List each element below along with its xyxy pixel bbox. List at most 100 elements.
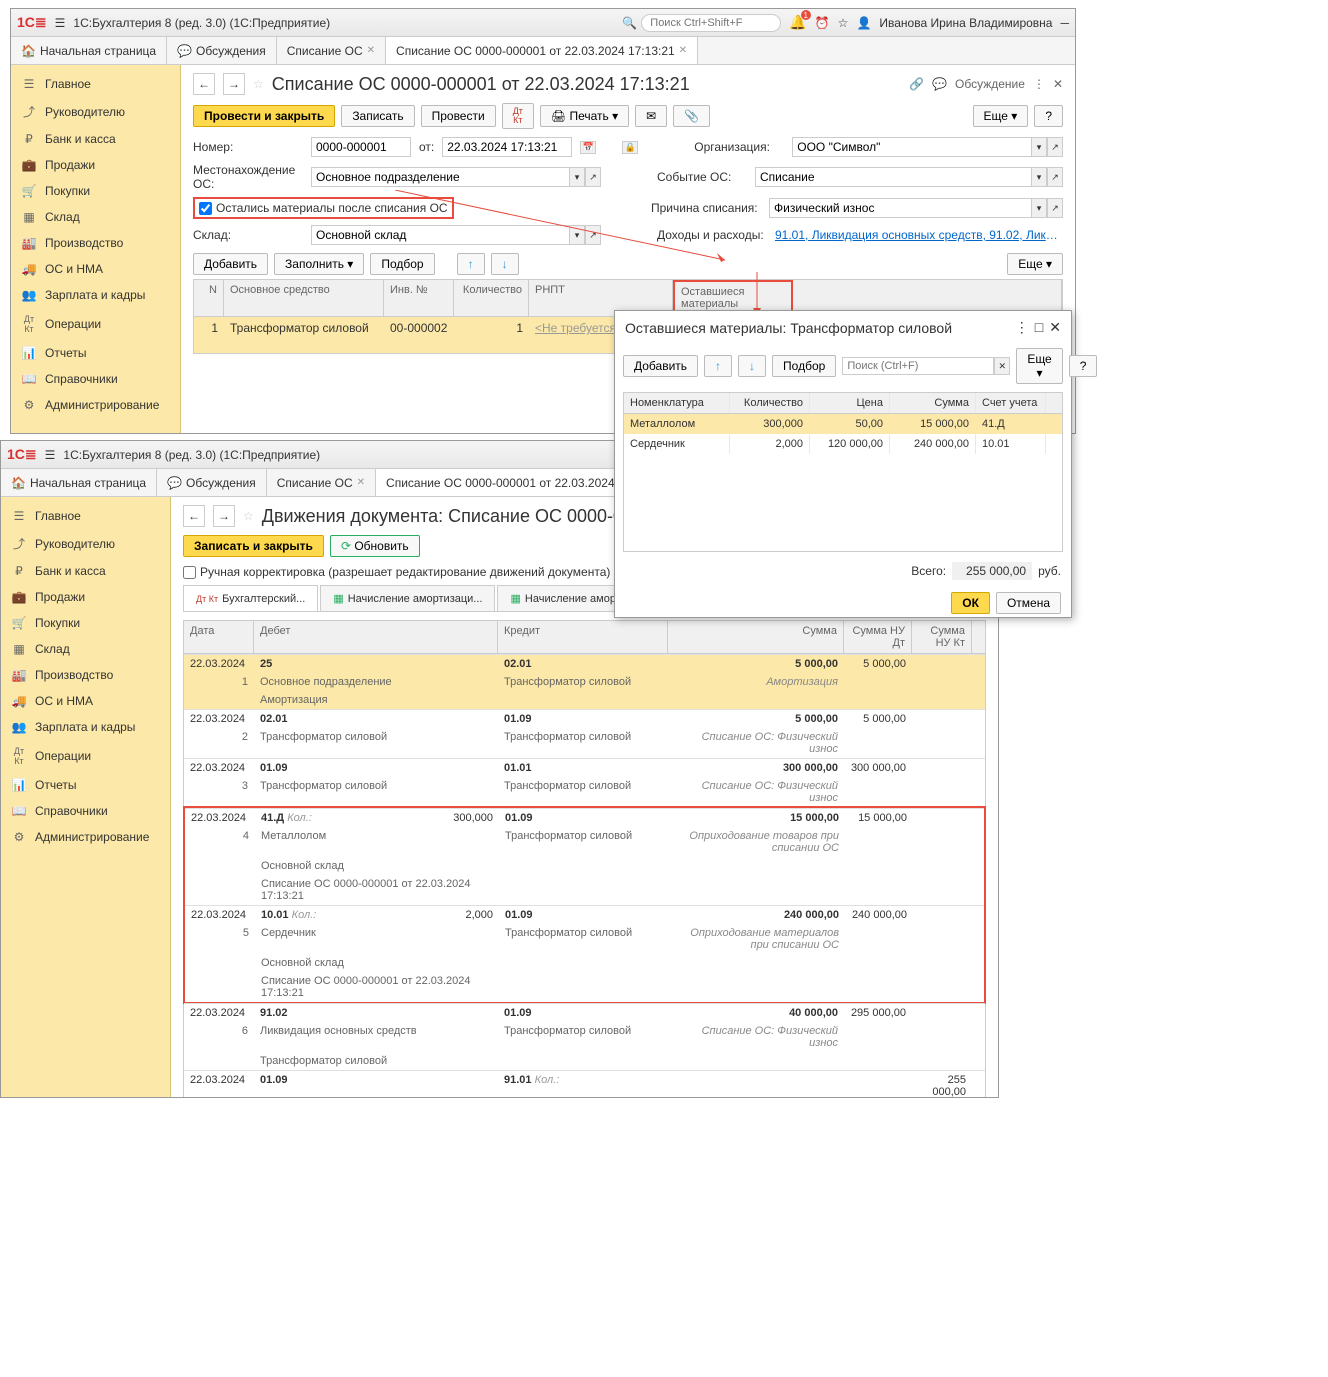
tab-depreciation1[interactable]: ▦Начисление амортизаци... [320, 585, 495, 611]
movement-row[interactable]: 22.03.2024 01.09 91.01 Кол.: 255 000,00 [184, 1070, 985, 1097]
dropdown-icon[interactable]: ▾ [569, 167, 585, 187]
move-down-button[interactable]: ↓ [491, 253, 519, 275]
movement-row[interactable]: 22.03.2024 91.02 01.09 40 000,00 295 000… [184, 1003, 985, 1022]
more-button[interactable]: Еще ▾ [1007, 253, 1063, 275]
user-icon[interactable]: 👤 [856, 16, 871, 30]
maximize-icon[interactable]: □ [1035, 319, 1043, 336]
sidebar-item-main[interactable]: ☰Главное [1, 503, 170, 529]
movement-row[interactable]: 22.03.2024 10.01 Кол.:2,000 01.09 240 00… [185, 905, 984, 924]
sidebar-item-operations[interactable]: ДтКтОперации [11, 308, 180, 340]
tab-document[interactable]: Списание ОС 0000-000001 от 22.03.2024 17… [376, 469, 637, 496]
tab-home[interactable]: 🏠Начальная страница [11, 37, 167, 64]
open-icon[interactable]: ↗ [1047, 167, 1063, 187]
refresh-button[interactable]: ⟳ Обновить [330, 535, 420, 557]
move-up-button[interactable]: ↑ [457, 253, 485, 275]
more-icon[interactable]: ⋮ [1033, 77, 1045, 91]
movement-row[interactable]: 22.03.2024 01.09 01.01 300 000,00 300 00… [184, 758, 985, 777]
sidebar-item-production[interactable]: 🏭Производство [1, 662, 170, 688]
clear-icon[interactable]: ✕ [994, 357, 1010, 375]
popup-pick-button[interactable]: Подбор [772, 355, 836, 377]
org-input[interactable] [792, 137, 1031, 157]
sidebar-item-assets[interactable]: 🚚ОС и НМА [11, 256, 180, 282]
dropdown-icon[interactable]: ▾ [1031, 167, 1047, 187]
discuss-icon[interactable]: 💬 [932, 77, 947, 91]
event-input[interactable] [755, 167, 1031, 187]
dtkt-button[interactable]: ДтКт [502, 103, 534, 129]
lock-icon[interactable]: 🔒 [622, 141, 638, 154]
dropdown-icon[interactable]: ▾ [569, 225, 585, 245]
calendar-icon[interactable]: 📅 [580, 141, 596, 154]
materials-row[interactable]: Сердечник 2,000 120 000,00 240 000,00 10… [624, 434, 1062, 454]
dropdown-icon[interactable]: ▾ [1031, 198, 1047, 218]
sidebar-item-purchases[interactable]: 🛒Покупки [11, 178, 180, 204]
sidebar-item-production[interactable]: 🏭Производство [11, 230, 180, 256]
sidebar-item-warehouse[interactable]: ▦Склад [1, 636, 170, 662]
sidebar-item-salary[interactable]: 👥Зарплата и кадры [1, 714, 170, 740]
open-icon[interactable]: ↗ [585, 225, 601, 245]
store-input[interactable] [311, 225, 569, 245]
close-icon[interactable]: ✕ [1049, 319, 1061, 336]
forward-button[interactable]: → [223, 73, 245, 95]
back-button[interactable]: ← [183, 505, 205, 527]
popup-search-input[interactable] [842, 357, 994, 375]
sidebar-item-admin[interactable]: ⚙Администрирование [1, 824, 170, 850]
forward-button[interactable]: → [213, 505, 235, 527]
movement-row[interactable]: 22.03.2024 41.Д Кол.:300,000 01.09 15 00… [185, 808, 984, 827]
star-icon[interactable]: ☆ [838, 16, 849, 30]
bell-icon[interactable]: 🔔1 [789, 14, 806, 31]
sidebar-item-bank[interactable]: ₽Банк и касса [1, 558, 170, 584]
num-input[interactable] [311, 137, 411, 157]
add-button[interactable]: Добавить [193, 253, 268, 275]
movement-row[interactable]: 22.03.2024 02.01 01.09 5 000,00 5 000,00 [184, 709, 985, 728]
materials-row[interactable]: Металлолом 300,000 50,00 15 000,00 41.Д [624, 414, 1062, 434]
history-icon[interactable]: ⏰ [815, 16, 830, 30]
print-button[interactable]: 🖨 Печать ▾ [540, 105, 629, 127]
attach-button[interactable]: 📎 [673, 105, 710, 127]
open-icon[interactable]: ↗ [585, 167, 601, 187]
minimize-icon[interactable]: ─ [1060, 16, 1069, 30]
discuss-label[interactable]: Обсуждение [955, 77, 1025, 91]
pick-button[interactable]: Подбор [370, 253, 434, 275]
move-up-button[interactable]: ↑ [704, 355, 732, 377]
more-icon[interactable]: ⋮ [1015, 319, 1029, 336]
sidebar-item-reports[interactable]: 📊Отчеты [11, 340, 180, 366]
tab-discuss[interactable]: 💬Обсуждения [167, 37, 277, 64]
fill-button[interactable]: Заполнить ▾ [274, 253, 364, 275]
tab-discuss[interactable]: 💬Обсуждения [157, 469, 267, 496]
sidebar-item-catalogs[interactable]: 📖Справочники [1, 798, 170, 824]
sidebar-item-warehouse[interactable]: ▦Склад [11, 204, 180, 230]
search-box[interactable]: 🔍 [622, 14, 781, 32]
sidebar-item-sales[interactable]: 💼Продажи [11, 152, 180, 178]
favorite-icon[interactable]: ☆ [253, 77, 264, 91]
menu-icon[interactable]: ☰ [55, 16, 66, 30]
back-button[interactable]: ← [193, 73, 215, 95]
sidebar-item-manager[interactable]: ⤴Руководителю [11, 97, 180, 126]
more-button[interactable]: Еще ▾ [973, 105, 1029, 127]
sidebar-item-reports[interactable]: 📊Отчеты [1, 772, 170, 798]
post-and-close-button[interactable]: Провести и закрыть [193, 105, 335, 127]
open-icon[interactable]: ↗ [1047, 198, 1063, 218]
sidebar-item-catalogs[interactable]: 📖Справочники [11, 366, 180, 392]
sidebar-item-salary[interactable]: 👥Зарплата и кадры [11, 282, 180, 308]
tab-home[interactable]: 🏠Начальная страница [1, 469, 157, 496]
favorite-icon[interactable]: ☆ [243, 509, 254, 523]
reason-input[interactable] [769, 198, 1031, 218]
ok-button[interactable]: ОК [951, 592, 990, 614]
tab-accounting[interactable]: Дт КтБухгалтерский... [183, 585, 318, 611]
sidebar-item-operations[interactable]: ДтКтОперации [1, 740, 170, 772]
dropdown-icon[interactable]: ▾ [1031, 137, 1047, 157]
search-input[interactable] [641, 14, 781, 32]
envelope-button[interactable]: ✉ [635, 105, 667, 127]
sidebar-item-bank[interactable]: ₽Банк и касса [11, 126, 180, 152]
sidebar-item-assets[interactable]: 🚚ОС и НМА [1, 688, 170, 714]
movement-row[interactable]: 22.03.2024 25 02.01 5 000,00 5 000,00 [184, 654, 985, 673]
help-button[interactable]: ? [1034, 105, 1063, 127]
post-button[interactable]: Провести [421, 105, 496, 127]
tab-document[interactable]: Списание ОС 0000-000001 от 22.03.2024 17… [386, 37, 698, 64]
save-close-button[interactable]: Записать и закрыть [183, 535, 324, 557]
sidebar-item-manager[interactable]: ⤴Руководителю [1, 529, 170, 558]
open-icon[interactable]: ↗ [1047, 137, 1063, 157]
close-icon[interactable]: ✕ [679, 45, 687, 56]
sidebar-item-purchases[interactable]: 🛒Покупки [1, 610, 170, 636]
sidebar-item-main[interactable]: ☰Главное [11, 71, 180, 97]
